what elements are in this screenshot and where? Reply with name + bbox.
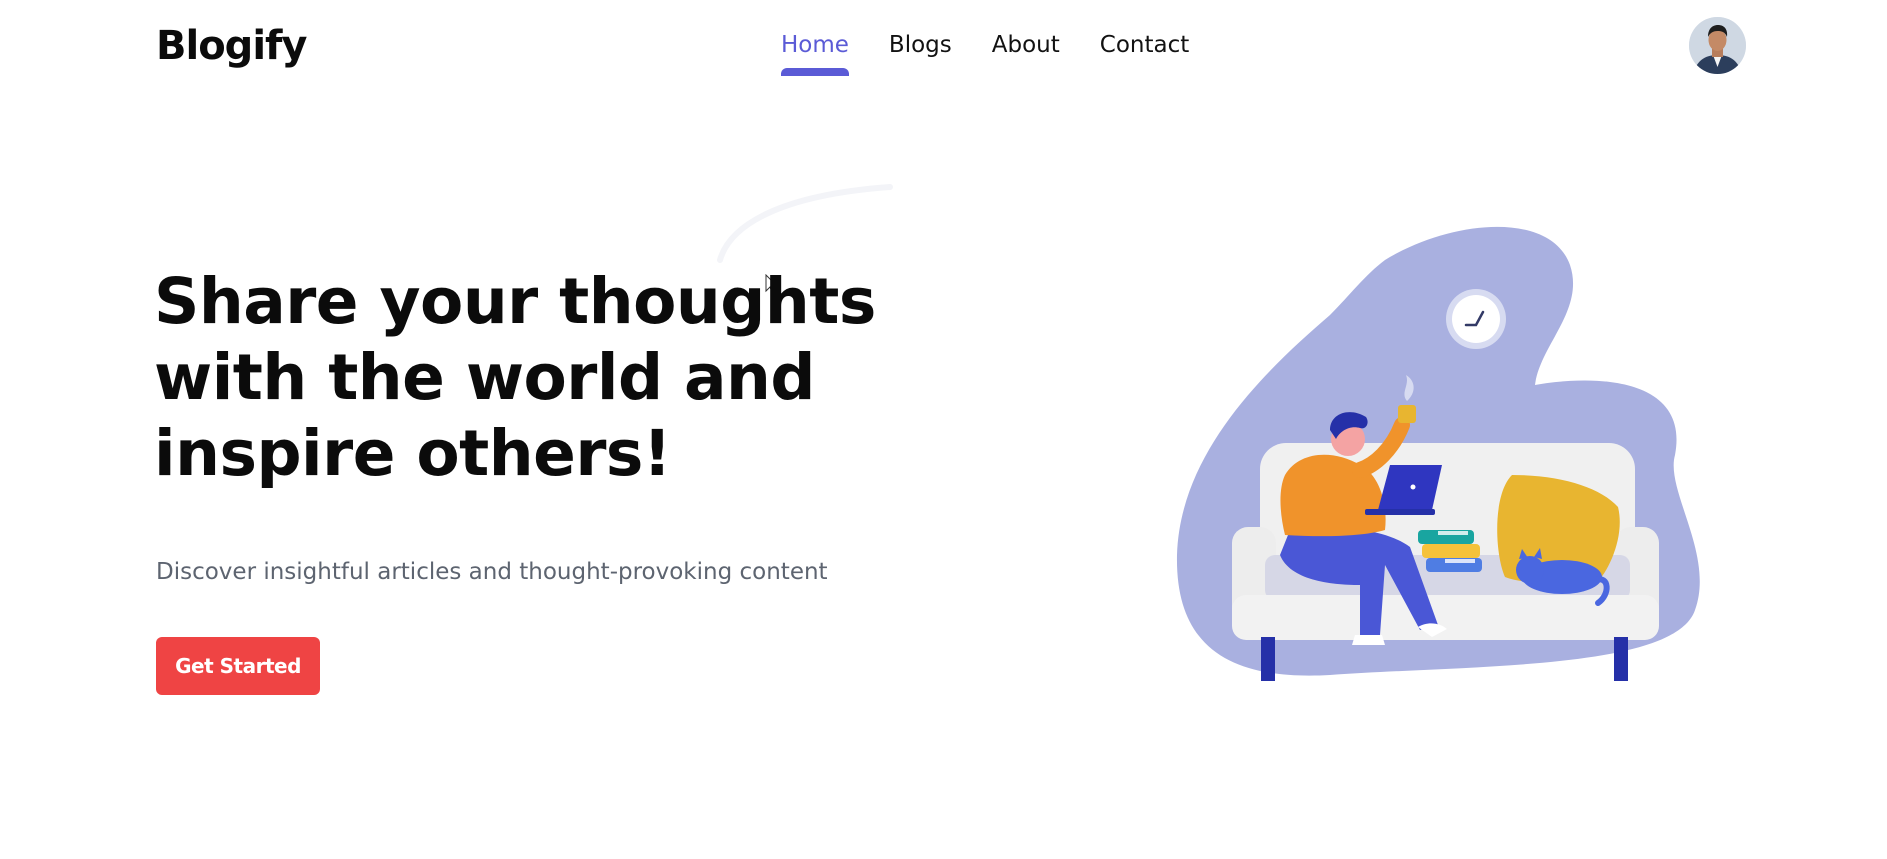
nav-link-blogs[interactable]: Blogs [889,28,952,62]
main-nav: Home Blogs About Contact [781,28,1189,76]
nav-link-home[interactable]: Home [781,28,849,76]
hero-title: Share your thoughts with the world and i… [154,265,876,490]
user-avatar-icon [1689,17,1746,74]
top-navbar: Blogify Home Blogs About Contact [0,0,1887,92]
wall-clock-icon [1446,289,1506,349]
nav-link-contact[interactable]: Contact [1100,28,1189,62]
hero-subtitle: Discover insightful articles and thought… [156,559,828,585]
user-avatar[interactable] [1689,17,1746,74]
landing-page: Blogify Home Blogs About Contact Share y… [0,0,1887,859]
nav-label-home: Home [781,32,849,58]
brand-logo[interactable]: Blogify [156,22,307,70]
nav-link-about[interactable]: About [992,28,1060,62]
decorative-faint-shape [717,184,893,263]
active-nav-indicator [781,68,849,76]
get-started-button[interactable]: Get Started [156,637,320,695]
nav-label-contact: Contact [1099,32,1190,58]
person-reading-on-sofa-illustration [1176,226,1700,681]
nav-label-blogs: Blogs [888,32,952,58]
nav-label-about: About [991,32,1060,58]
